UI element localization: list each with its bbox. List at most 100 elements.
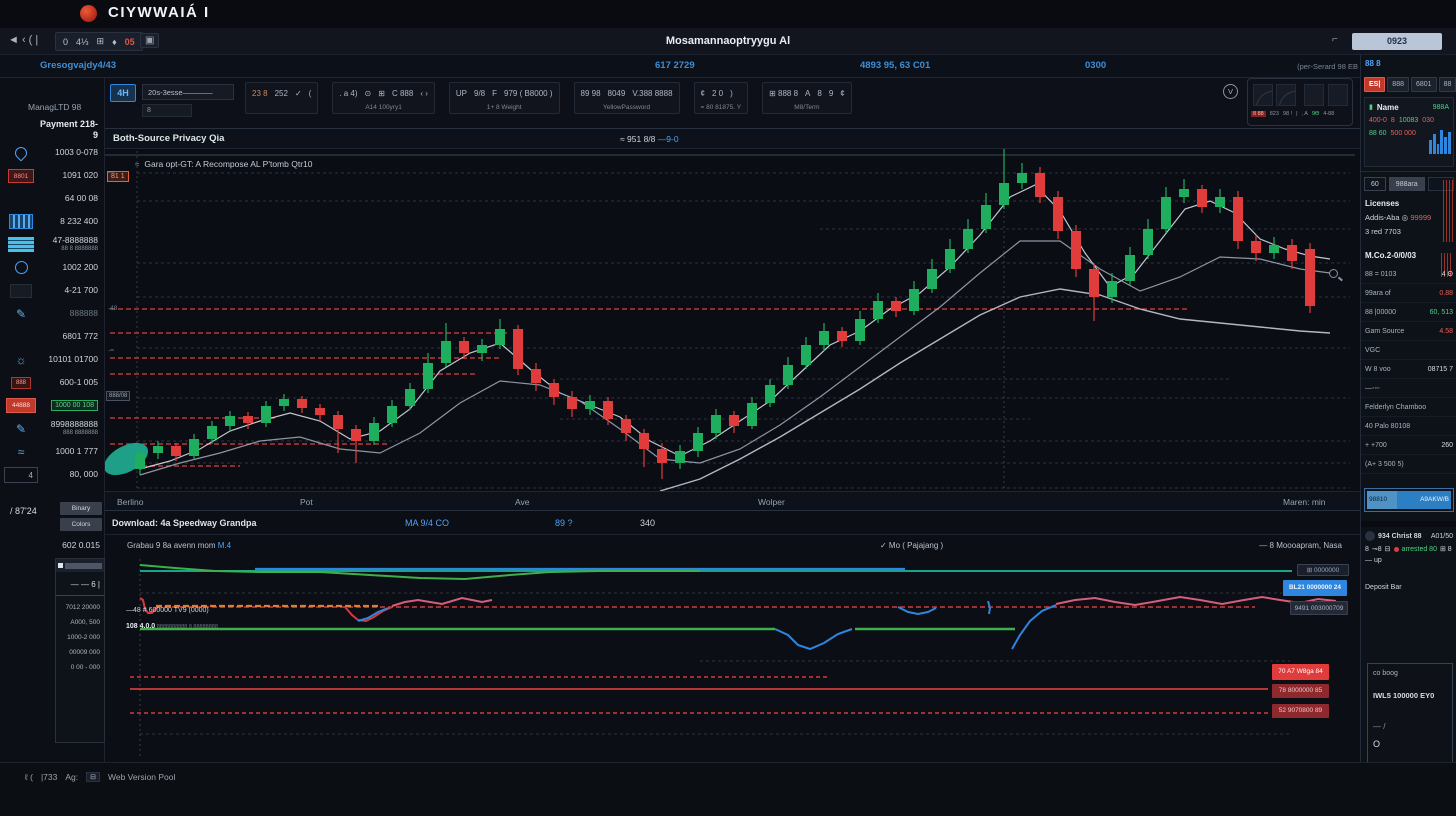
item-icon-cell: 4 (4, 467, 38, 483)
colors-button[interactable]: Colors (60, 518, 102, 531)
session-button[interactable]: 0923 (1352, 33, 1442, 50)
toolbar-button[interactable]: C 888 (392, 89, 413, 98)
watchlist-item[interactable]: ☼10101 01700 (4, 348, 102, 371)
candlestick-chart[interactable] (105, 149, 1360, 491)
toolbar-button[interactable]: ‹ › (420, 89, 428, 98)
indicator-sub-center[interactable]: ✓ Mo ( Pajajang ) (880, 541, 943, 550)
watchlist-item[interactable]: 480, 000 (4, 463, 102, 486)
symbol-name[interactable]: Gresogvajdy4/43 (40, 60, 116, 71)
magnifier-icon[interactable] (1329, 269, 1338, 278)
watchlist-item[interactable]: 47-888888888 8 8888888 (4, 233, 102, 256)
toolbar-button[interactable]: ⊞ (378, 89, 385, 98)
interval-dropdown[interactable]: 20s-3esse———— (142, 84, 234, 100)
toolbar-button[interactable]: 252 (275, 89, 288, 98)
toolbar-button[interactable]: F (492, 89, 497, 98)
stat-key: Felderlyn Chamboo (1365, 404, 1426, 411)
watchlist-item[interactable]: 4-21 700 (4, 279, 102, 302)
preview-thumb-1[interactable] (1253, 84, 1273, 106)
status-app: Ag: (65, 772, 78, 782)
dropdown-item[interactable]: 1000-2 000 (56, 626, 104, 641)
cyan-card-icon (8, 237, 34, 252)
dropdown-header[interactable] (56, 559, 104, 572)
toolbar-button[interactable]: 979 ( B8000 ) (504, 89, 552, 98)
watchlist-item[interactable]: 8 232 400 (4, 210, 102, 233)
quote-name: Name (1377, 101, 1399, 114)
indicator-link-2[interactable]: 89 ? (555, 518, 573, 528)
dropdown-item[interactable]: 00009 000 (56, 641, 104, 656)
mini-bar (1448, 132, 1451, 154)
right-tab-0[interactable]: ES| (1364, 77, 1385, 92)
toolbar-button[interactable]: A (805, 89, 810, 98)
watchlist-item[interactable]: 88011091 020 (4, 164, 102, 187)
toolbar-button[interactable]: ) (730, 89, 733, 98)
right-tag: 88 8 (1365, 59, 1381, 68)
account-toolbar[interactable]: 8 ⊸8 ⊟ arrested 80 ⊞ 8 (1361, 541, 1456, 553)
toolbar-button[interactable]: UP (456, 89, 467, 98)
acct-icon-4[interactable]: ⊞ 8 (1440, 545, 1452, 553)
watchlist-item[interactable]: ✎8998888888888 8888888 (4, 417, 102, 440)
watchlist-item[interactable]: Payment 218-9 (4, 118, 102, 141)
right-tab-1[interactable]: 888 (1387, 77, 1409, 92)
watchlist-item[interactable]: 64 00 08 (4, 187, 102, 210)
toolbar-group: 89 988049V.388 8888YellowPassword (574, 82, 680, 114)
toolbar-button[interactable]: ⊞ 888 8 (769, 89, 798, 98)
acct-icon-2[interactable]: ⊸8 (1372, 545, 1382, 553)
scroll-pill[interactable]: ⊞ 0000000 (1297, 564, 1349, 576)
watchlist-item[interactable]: 448881000 00 108 (4, 394, 102, 417)
right-tab-3[interactable]: 88 (1439, 77, 1456, 92)
indicator-link-1[interactable]: MA 9/4 CO (405, 518, 449, 528)
divider (1361, 171, 1456, 172)
watchlist-item[interactable]: ≈1000 1 777 (4, 440, 102, 463)
toolbar-button[interactable]: 8 (817, 89, 821, 98)
right-subtab-1[interactable]: 988ara (1389, 177, 1425, 191)
mini-red-chart-1 (1441, 180, 1455, 242)
watchlist-item[interactable]: 888600-1 005 (4, 371, 102, 394)
indicator-sub-right[interactable]: — 8 Moooapram, Nasa (1259, 541, 1342, 550)
preview-thumb-3[interactable] (1304, 84, 1324, 106)
toolbar-group-row: UP 9/8 F 979 ( B8000 ) (456, 85, 553, 102)
preview-thumb-4[interactable] (1328, 84, 1348, 106)
quote-block[interactable]: ▮ Name 988A 400-0810083030 88 60500 000 (1364, 97, 1454, 167)
dropdown-item[interactable]: 7012 20000 (56, 596, 104, 611)
toolbar-button[interactable]: 23 8 (252, 89, 268, 98)
stat-row: —◦◦◦ (1361, 379, 1456, 398)
sidebar-dropdown[interactable]: — — 6 |7012 20000A000, 5001000-2 0000000… (55, 558, 105, 743)
toolbar-button[interactable]: V.388 8888 (632, 89, 672, 98)
preview-thumb-2[interactable] (1276, 84, 1296, 106)
acct-icon-1[interactable]: 8 (1365, 546, 1369, 553)
toolbar-button[interactable]: ¢ (701, 89, 705, 98)
dropdown-item[interactable]: 0 00 - 000 (56, 656, 104, 671)
chart-stat-link[interactable]: —9-0 (658, 134, 679, 144)
stat-row: 40 Palo 80108 (1361, 417, 1456, 436)
toolbar-button[interactable]: ( (309, 89, 312, 98)
right-subtab-0[interactable]: 60 (1364, 177, 1386, 191)
dropdown-item[interactable]: A000, 500 (56, 611, 104, 626)
watchlist-item[interactable]: 6801 772 (4, 325, 102, 348)
interval-sub-button[interactable]: 8 (142, 104, 192, 117)
right-tab-2[interactable]: 6801 (1411, 77, 1437, 92)
toolbar-button[interactable]: 9/8 (474, 89, 485, 98)
toolbar-button[interactable]: . a 4) (339, 89, 357, 98)
collapse-icon[interactable]: ⌐ (1332, 34, 1338, 45)
price-badge-gray: 9491 003000709 (1290, 601, 1348, 615)
toolbar-button[interactable]: 9 (829, 89, 833, 98)
timeframe-button[interactable]: 4H (110, 84, 136, 102)
toolbar-button[interactable]: 8049 (608, 89, 626, 98)
watchlist-item[interactable]: 1003 0-078 (4, 141, 102, 164)
toolbar-button[interactable]: ¢ (840, 89, 844, 98)
sub-left-link[interactable]: M.4 (218, 541, 231, 550)
toolbar-button[interactable]: ⊙ (365, 89, 372, 98)
binary-button[interactable]: Binary (60, 502, 102, 515)
buy-sell-progress[interactable]: 98810 A9AKW/B (1364, 488, 1454, 512)
toolbar-button[interactable]: 2 0 (712, 89, 723, 98)
dropdown-item[interactable]: — — 6 | (56, 572, 104, 596)
watchlist-item[interactable]: 1002 200 (4, 256, 102, 279)
watchlist-item[interactable]: ✎888888 (4, 302, 102, 325)
mini-bar (1440, 130, 1443, 154)
layout-preview-panel[interactable]: 8 8882398 !|, A9Θ4-88 (1247, 78, 1353, 126)
indicator-chart[interactable] (105, 557, 1360, 763)
toolbar-button[interactable]: ✓ (295, 89, 302, 98)
acct-icon-3[interactable]: ⊟ (1385, 545, 1391, 553)
toolbar-button[interactable]: 89 98 (581, 89, 601, 98)
mini-bar (1433, 134, 1436, 154)
